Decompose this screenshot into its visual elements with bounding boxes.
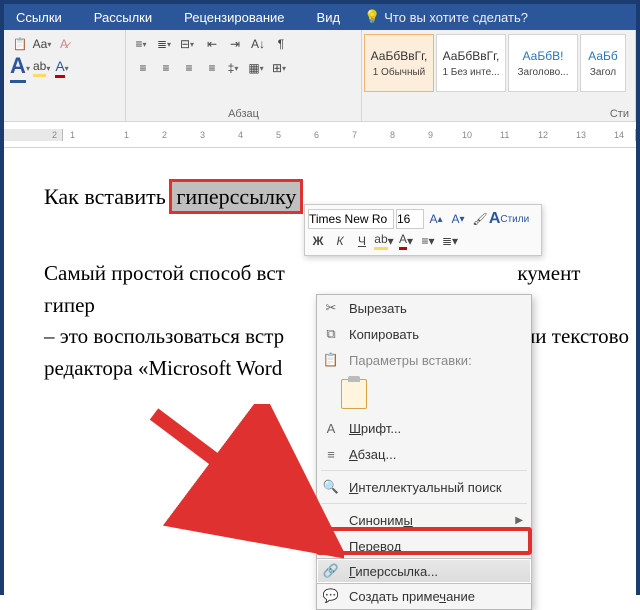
clear-formatting-button[interactable]: A̷ xyxy=(54,34,74,54)
multilevel-button[interactable]: ⊟▾ xyxy=(178,34,200,54)
style-normal[interactable]: АаБбВвГг, 1 Обычный xyxy=(364,34,434,92)
style-heading2[interactable]: АаБб Загол xyxy=(580,34,626,92)
scissors-icon: ✂ xyxy=(321,300,341,316)
show-marks-button[interactable]: ¶ xyxy=(270,34,292,54)
selected-text[interactable]: гиперссылку xyxy=(169,179,303,214)
mini-bold-button[interactable]: Ж xyxy=(308,231,328,251)
align-center-button[interactable]: ≡ xyxy=(155,58,177,78)
paste-dropdown-icon[interactable]: 📋 xyxy=(10,34,30,54)
hyperlink-icon: 🔗 xyxy=(321,563,341,579)
mini-bullets-button[interactable]: ≡▾ xyxy=(418,231,438,251)
tell-me-label: Что вы хотите сделать? xyxy=(384,10,528,25)
translate-icon: 🗛 xyxy=(321,538,341,554)
tab-review[interactable]: Рецензирование xyxy=(176,6,292,29)
line-spacing-button[interactable]: ‡▾ xyxy=(224,58,246,78)
paste-icon: 📋 xyxy=(321,352,341,368)
format-painter-icon[interactable]: 🖌 xyxy=(470,209,490,229)
mini-highlight-button[interactable]: ab▾ xyxy=(374,231,394,251)
styles-group-label: Сти xyxy=(610,108,629,120)
increase-indent-button[interactable]: ⇥ xyxy=(224,34,246,54)
ctx-separator xyxy=(321,470,527,471)
mini-font-color-button[interactable]: A▾ xyxy=(396,231,416,251)
ribbon: 📋 Aa▾ A̷ A▾ ab▾ A▾ ≡▾ ≣▾ ⊟▾ ⇤ ⇥ A↓ ¶ ≡ ≡… xyxy=(4,30,636,122)
mini-toolbar: A▴ A▾ 🖌 AСтили Ж К Ч ab▾ A▾ ≡▾ ≣▾ xyxy=(304,204,542,256)
tab-references[interactable]: Ссылки xyxy=(8,6,70,29)
ctx-new-comment[interactable]: 💬 Создать примечание xyxy=(317,583,531,609)
horizontal-ruler[interactable]: 2 1 1 2 3 4 5 6 7 8 9 10 11 12 13 14 xyxy=(4,122,636,148)
copy-icon: ⧉ xyxy=(321,326,341,342)
comment-icon: 💬 xyxy=(321,588,341,604)
styles-group: АаБбВвГг, 1 Обычный АаБбВвГг, 1 Без инте… xyxy=(362,30,636,121)
shading-button[interactable]: ▦▾ xyxy=(247,58,269,78)
ctx-separator xyxy=(321,503,527,504)
mini-font-size[interactable] xyxy=(396,209,424,229)
style-no-spacing[interactable]: АаБбВвГг, 1 Без инте... xyxy=(436,34,506,92)
tell-me-search[interactable]: 💡 Что вы хотите сделать? xyxy=(364,9,528,25)
ctx-hyperlink[interactable]: 🔗 Гиперссылка... xyxy=(316,558,532,584)
bullets-button[interactable]: ≡▾ xyxy=(132,34,154,54)
lightbulb-icon: 💡 xyxy=(364,9,380,25)
align-justify-button[interactable]: ≡ xyxy=(201,58,223,78)
decrease-indent-button[interactable]: ⇤ xyxy=(201,34,223,54)
mini-italic-button[interactable]: К xyxy=(330,231,350,251)
ctx-synonyms[interactable]: Синонимы ▶ xyxy=(317,507,531,533)
mini-numbering-button[interactable]: ≣▾ xyxy=(440,231,460,251)
highlight-split[interactable]: ab▾ xyxy=(32,58,52,78)
shrink-font-icon[interactable]: A▾ xyxy=(448,209,468,229)
context-menu: ✂ Вырезать ⧉ Копировать 📋 Параметры вста… xyxy=(316,294,532,610)
ctx-font[interactable]: A Шрифт... xyxy=(317,415,531,441)
ctx-paste-options-header: 📋 Параметры вставки: xyxy=(317,347,531,373)
font-color2-split[interactable]: A▾ xyxy=(54,58,74,78)
ctx-paste-option[interactable] xyxy=(317,373,531,415)
font-group: 📋 Aa▾ A̷ A▾ ab▾ A▾ xyxy=(4,30,126,121)
clipboard-icon xyxy=(341,379,367,409)
ctx-translate[interactable]: 🗛 Перевод xyxy=(317,533,531,559)
tab-mailings[interactable]: Рассылки xyxy=(86,6,160,29)
chevron-right-icon: ▶ xyxy=(515,515,523,526)
mini-underline-button[interactable]: Ч xyxy=(352,231,372,251)
align-left-button[interactable]: ≡ xyxy=(132,58,154,78)
font-color-split[interactable]: A▾ xyxy=(10,58,30,78)
grow-font-icon[interactable]: A▴ xyxy=(426,209,446,229)
paragraph-icon: ≡ xyxy=(321,447,341,462)
sort-button[interactable]: A↓ xyxy=(247,34,269,54)
mini-styles-button[interactable]: AСтили xyxy=(492,209,526,229)
font-case-button[interactable]: Aa▾ xyxy=(32,34,52,54)
ctx-paragraph[interactable]: ≡ Абзац... xyxy=(317,441,531,467)
numbering-button[interactable]: ≣▾ xyxy=(155,34,177,54)
ctx-copy[interactable]: ⧉ Копировать xyxy=(317,321,531,347)
tab-view[interactable]: Вид xyxy=(309,6,349,29)
style-heading1[interactable]: АаБбВ! Заголово... xyxy=(508,34,578,92)
paragraph-group: ≡▾ ≣▾ ⊟▾ ⇤ ⇥ A↓ ¶ ≡ ≡ ≡ ≡ ‡▾ ▦▾ ⊞▾ Абзац xyxy=(126,30,362,121)
borders-button[interactable]: ⊞▾ xyxy=(270,58,292,78)
ctx-smart-lookup[interactable]: 🔍 Интеллектуальный поиск xyxy=(317,474,531,500)
ribbon-tab-bar: Ссылки Рассылки Рецензирование Вид 💡 Что… xyxy=(4,4,636,30)
ctx-cut[interactable]: ✂ Вырезать xyxy=(317,295,531,321)
align-right-button[interactable]: ≡ xyxy=(178,58,200,78)
font-dialog-icon: A xyxy=(321,421,341,436)
paragraph-group-label: Абзац xyxy=(126,108,361,120)
mini-font-family[interactable] xyxy=(308,209,394,229)
smart-lookup-icon: 🔍 xyxy=(321,479,341,495)
